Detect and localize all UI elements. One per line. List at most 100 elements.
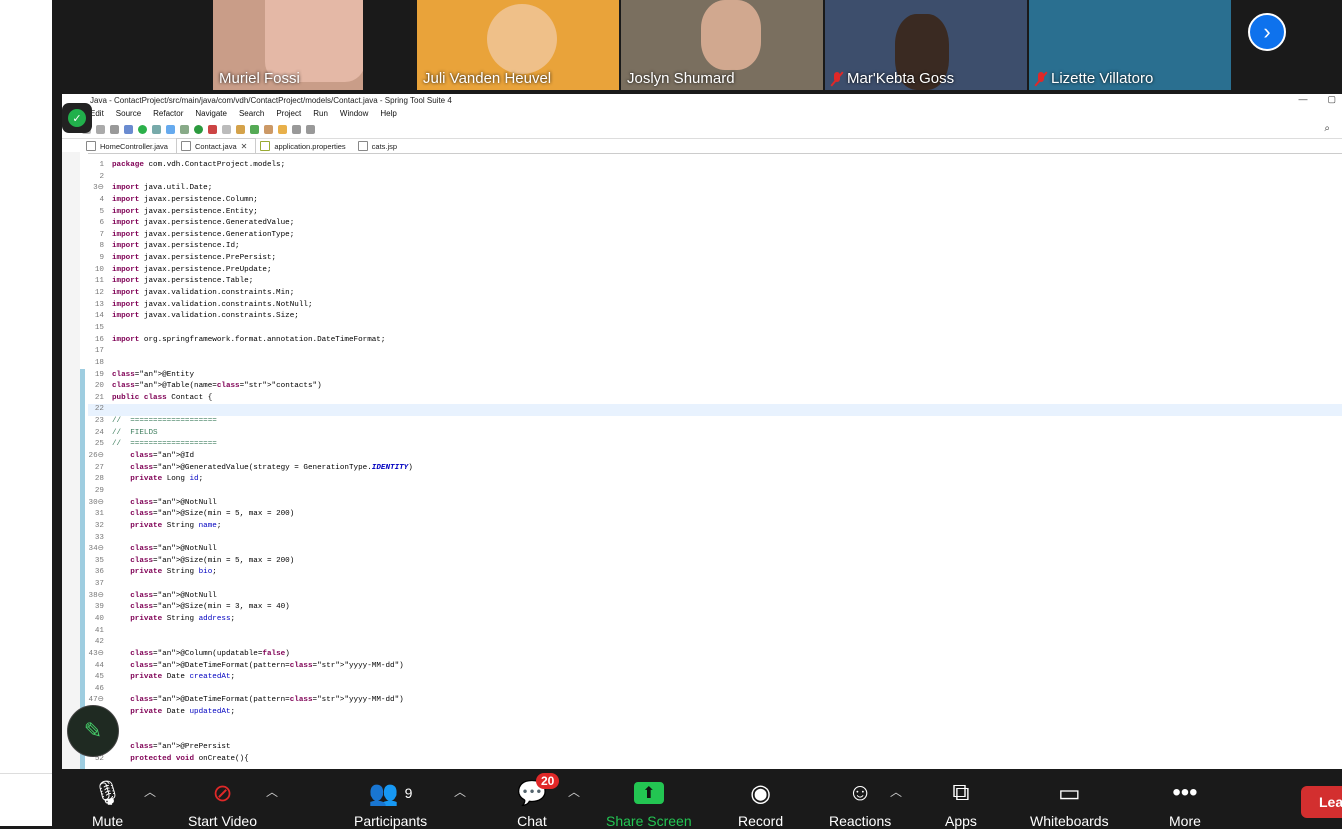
code-line[interactable]: 16 import org.springframework.format.anno… [88, 335, 1342, 347]
menu-run[interactable]: Run [313, 109, 328, 118]
code-line[interactable]: 39 class="an">@Size(min = 3, max = 40) [88, 602, 1342, 614]
save-all-icon[interactable] [110, 124, 119, 134]
security-shield[interactable]: ✓ [62, 103, 92, 133]
code-line[interactable]: 20 class="an">@Table(name=class="str">"co… [88, 381, 1342, 393]
toggle-icon[interactable] [166, 124, 175, 134]
code-line[interactable]: 31 class="an">@Size(min = 5, max = 200) [88, 509, 1342, 521]
tab-contact[interactable]: Contact.java ✕ [175, 138, 257, 153]
code-line[interactable]: 45 private Date createdAt; [88, 672, 1342, 684]
reactions-options-caret[interactable]: ︿ [890, 783, 902, 800]
participant-tile[interactable]: Mar'Kebta Goss [825, 0, 1027, 90]
code-line[interactable]: 24 // FIELDS [88, 428, 1342, 440]
code-line[interactable]: 10 import javax.persistence.PreUpdate; [88, 265, 1342, 277]
forward-icon[interactable] [306, 124, 315, 134]
code-line[interactable]: 6 import javax.persistence.GeneratedValue… [88, 218, 1342, 230]
back-icon[interactable] [292, 124, 301, 134]
debug-run-icon[interactable] [180, 124, 189, 134]
whiteboards-button[interactable]: ▭ Whiteboards [1030, 775, 1109, 829]
chat-options-caret[interactable]: ︿ [568, 783, 580, 800]
tab-homecontroller[interactable]: HomeController.java [82, 139, 176, 153]
code-line[interactable]: 46 [88, 684, 1342, 696]
share-screen-button[interactable]: ⬆ Share Screen [606, 775, 692, 829]
debug-icon[interactable] [152, 124, 161, 134]
code-line[interactable]: 14 import javax.validation.constraints.Si… [88, 311, 1342, 323]
code-line[interactable]: 3⊖ import java.util.Date; [88, 183, 1342, 195]
code-line[interactable]: 30⊖ class="an">@NotNull [88, 498, 1342, 510]
apps-button[interactable]: ⧉ Apps [945, 775, 977, 829]
video-options-caret[interactable]: ︿ [266, 783, 278, 800]
annotation-icon[interactable] [278, 124, 287, 134]
run-icon[interactable] [194, 124, 203, 134]
menu-help[interactable]: Help [380, 109, 396, 118]
menu-search[interactable]: Search [239, 109, 264, 118]
participant-tile[interactable]: Lizette Villatoro [1029, 0, 1231, 90]
code-line[interactable]: 15 [88, 323, 1342, 335]
code-line[interactable]: 43⊖ class="an">@Column(updatable=false) [88, 649, 1342, 661]
new-package-icon[interactable] [236, 124, 245, 134]
reactions-button[interactable]: ☺ Reactions [829, 775, 891, 829]
participant-tile[interactable]: Muriel Fossi [213, 0, 363, 90]
code-line[interactable]: 27 class="an">@GeneratedValue(strategy =… [88, 463, 1342, 475]
code-line[interactable]: 11 import javax.persistence.Table; [88, 276, 1342, 288]
code-line[interactable]: 21 public class Contact { [88, 393, 1342, 405]
code-line[interactable]: 7 import javax.persistence.GenerationType… [88, 230, 1342, 242]
more-button[interactable]: ••• More [1169, 775, 1201, 829]
annotate-button[interactable]: ✎ [67, 705, 119, 757]
code-editor[interactable]: 1 package com.vdh.ContactProject.models; 2… [88, 160, 1342, 765]
code-line[interactable]: 1 package com.vdh.ContactProject.models; [88, 160, 1342, 172]
code-line[interactable]: 50 [88, 730, 1342, 742]
code-line[interactable]: 9 import javax.persistence.PrePersist; [88, 253, 1342, 265]
code-line[interactable]: 37 [88, 579, 1342, 591]
save-icon[interactable] [96, 124, 105, 134]
code-line[interactable]: 29 [88, 486, 1342, 498]
code-line[interactable]: 49 [88, 719, 1342, 731]
code-line[interactable]: 38⊖ class="an">@NotNull [88, 591, 1342, 603]
code-line[interactable]: 42 [88, 637, 1342, 649]
menu-window[interactable]: Window [340, 109, 368, 118]
code-line[interactable]: 35 class="an">@Size(min = 5, max = 200) [88, 556, 1342, 568]
new-class-icon[interactable] [250, 124, 259, 134]
code-line[interactable]: 47⊖ class="an">@DateTimeFormat(pattern=c… [88, 695, 1342, 707]
code-line[interactable]: 28 private Long id; [88, 474, 1342, 486]
search-icon[interactable]: ⌕ [1324, 123, 1330, 134]
next-page-button[interactable]: › [1248, 13, 1286, 51]
participants-options-caret[interactable]: ︿ [454, 783, 466, 800]
tab-application-properties[interactable]: application.properties [256, 139, 353, 153]
tab-cats-jsp[interactable]: cats.jsp [354, 139, 405, 153]
code-line[interactable]: 33 [88, 533, 1342, 545]
code-line[interactable]: 19 class="an">@Entity [88, 370, 1342, 382]
code-line[interactable]: 22 [88, 404, 1342, 417]
menu-refactor[interactable]: Refactor [153, 109, 183, 118]
participant-tile[interactable]: Juli Vanden Heuvel [417, 0, 619, 90]
code-line[interactable]: 17 [88, 346, 1342, 358]
start-video-button[interactable]: ⊘ Start Video [188, 775, 257, 829]
code-line[interactable]: 48 private Date updatedAt; [88, 707, 1342, 719]
minimize-icon[interactable]: — [1298, 94, 1307, 105]
record-button[interactable]: ◉ Record [738, 775, 783, 829]
external-tools-icon[interactable] [208, 124, 217, 134]
code-line[interactable]: 51⊖ class="an">@PrePersist [88, 742, 1342, 754]
code-line[interactable]: 40 private String address; [88, 614, 1342, 626]
menu-edit[interactable]: Edit [90, 109, 104, 118]
code-line[interactable]: 5 import javax.persistence.Entity; [88, 207, 1342, 219]
code-line[interactable]: 2 [88, 172, 1342, 184]
close-icon[interactable]: ✕ [241, 142, 248, 151]
participants-button[interactable]: 👥 9 Participants [354, 775, 427, 829]
code-line[interactable]: 36 private String bio; [88, 567, 1342, 579]
maximize-icon[interactable]: ▢ [1327, 94, 1336, 105]
code-line[interactable]: 23 // =================== [88, 416, 1342, 428]
code-line[interactable]: 41 [88, 626, 1342, 638]
code-line[interactable]: 18 [88, 358, 1342, 370]
menu-navigate[interactable]: Navigate [195, 109, 227, 118]
build-icon[interactable] [124, 124, 133, 134]
code-line[interactable]: 52 protected void onCreate(){ [88, 754, 1342, 766]
code-line[interactable]: 34⊖ class="an">@NotNull [88, 544, 1342, 556]
code-line[interactable]: 25 // =================== [88, 439, 1342, 451]
participant-tile[interactable]: Joslyn Shumard [621, 0, 823, 90]
code-line[interactable]: 4 import javax.persistence.Column; [88, 195, 1342, 207]
menu-project[interactable]: Project [276, 109, 301, 118]
menu-source[interactable]: Source [116, 109, 141, 118]
code-line[interactable]: 8 import javax.persistence.Id; [88, 241, 1342, 253]
leave-button[interactable]: Lea [1301, 786, 1342, 818]
boot-icon[interactable] [138, 124, 147, 134]
